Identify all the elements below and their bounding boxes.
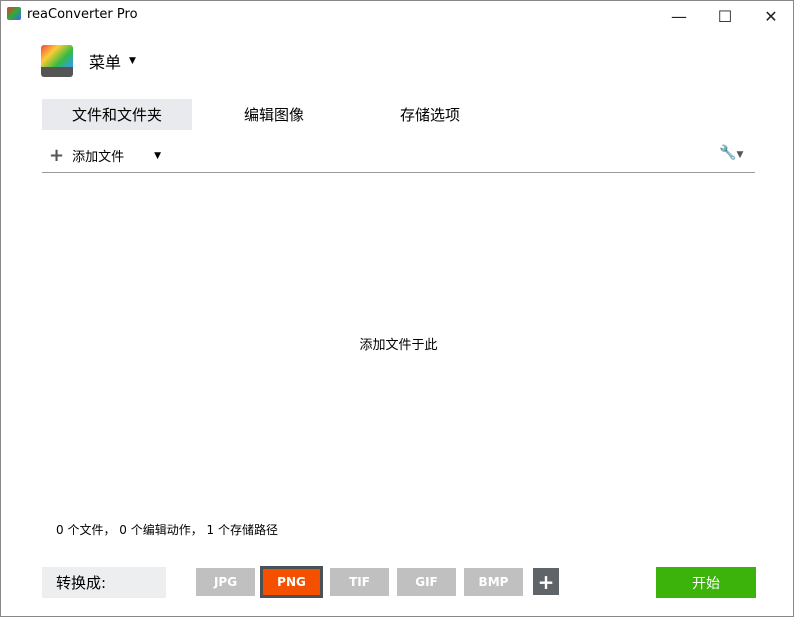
file-drop-area[interactable]: 添加文件于此 bbox=[42, 173, 755, 513]
maximize-button[interactable]: ☐ bbox=[702, 1, 748, 31]
add-files-button[interactable]: + 添加文件 ▼ bbox=[49, 145, 161, 166]
format-jpg[interactable]: JPG bbox=[196, 568, 255, 596]
chevron-down-icon: ▼ bbox=[154, 150, 162, 161]
tab-save-options[interactable]: 存储选项 bbox=[367, 99, 493, 130]
plus-icon: + bbox=[49, 145, 65, 166]
start-button[interactable]: 开始 bbox=[656, 567, 756, 598]
format-gif[interactable]: GIF bbox=[397, 568, 456, 596]
format-tif[interactable]: TIF bbox=[330, 568, 389, 596]
status-text: 0 个文件， 0 个编辑动作， 1 个存储路径 bbox=[56, 523, 278, 537]
convert-to-label: 转换成: bbox=[42, 567, 166, 598]
app-icon bbox=[7, 7, 21, 20]
chevron-down-icon: ▼ bbox=[129, 56, 136, 66]
settings-wrench-button[interactable]: 🔧▼ bbox=[719, 145, 743, 161]
drop-hint: 添加文件于此 bbox=[359, 337, 438, 353]
menu-label: 菜单 bbox=[89, 53, 122, 72]
close-button[interactable]: ✕ bbox=[748, 1, 794, 31]
format-png[interactable]: PNG bbox=[260, 566, 323, 598]
window-title: reaConverter Pro bbox=[27, 7, 138, 22]
minimize-button[interactable]: — bbox=[656, 1, 702, 31]
menu-button[interactable]: 菜单 ▼ bbox=[41, 45, 136, 77]
format-bmp[interactable]: BMP bbox=[464, 568, 523, 596]
add-format-button[interactable]: + bbox=[533, 568, 559, 595]
tab-edit-images[interactable]: 编辑图像 bbox=[211, 99, 337, 130]
app-logo-icon bbox=[41, 45, 73, 77]
tab-files-folders[interactable]: 文件和文件夹 bbox=[42, 99, 192, 130]
add-files-label: 添加文件 bbox=[72, 150, 125, 165]
